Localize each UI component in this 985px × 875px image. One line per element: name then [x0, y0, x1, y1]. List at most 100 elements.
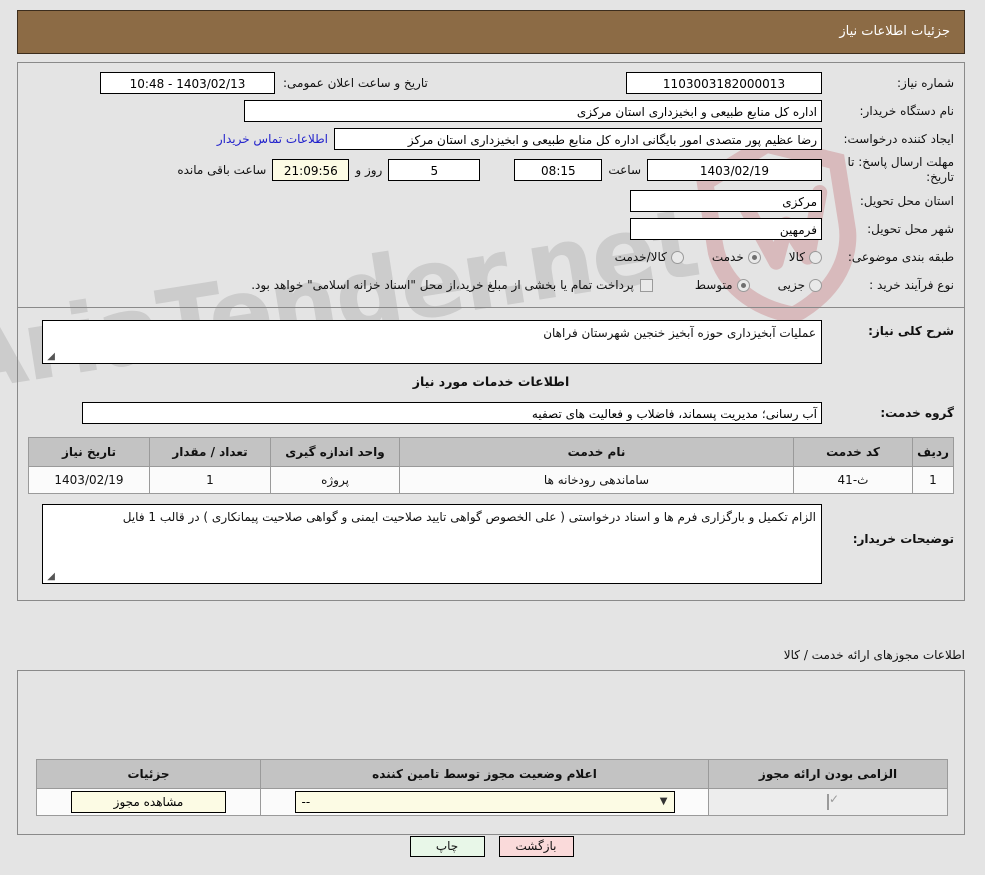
- buyer-org-label: نام دستگاه خریدار:: [860, 103, 956, 118]
- province-label: استان محل تحویل:: [860, 193, 955, 208]
- chevron-down-icon: ▼: [660, 796, 669, 807]
- days-remaining-field[interactable]: 5: [389, 159, 482, 181]
- creator-label: ایجاد کننده درخواست:: [844, 131, 955, 146]
- cell-date: 1403/02/19: [29, 466, 151, 494]
- cell-code: ث-41: [794, 466, 914, 494]
- radio-icon-service[interactable]: [748, 250, 762, 264]
- category-option-service-label: خدمت: [712, 250, 745, 264]
- cell-unit: پروژه: [271, 466, 401, 494]
- col-permit-required: الزامی بودن ارائه مجوز: [709, 759, 949, 789]
- cell-permit-required: [709, 788, 949, 816]
- permits-table-header-row: الزامی بودن ارائه مجوز اعلام وضعیت مجوز …: [37, 759, 949, 789]
- row-need-number: شماره نیاز: 1103003182000013 تاریخ و ساع…: [29, 71, 955, 95]
- buyer-notes-textarea[interactable]: الزام تکمیل و بارگزاری فرم ها و اسناد در…: [43, 504, 823, 584]
- buyer-notes-text: الزام تکمیل و بارگزاری فرم ها و اسناد در…: [123, 510, 817, 524]
- countdown-field: 21:09:56: [273, 159, 351, 181]
- row-subject-category: طبقه بندی موضوعی: کالا خدمت کالا/خدمت: [29, 245, 955, 269]
- resize-grip-icon-notes[interactable]: ◢: [46, 572, 56, 582]
- process-option-medium[interactable]: متوسط: [696, 278, 751, 292]
- permits-table-row: ▼ -- مشاهده مجوز: [37, 788, 949, 816]
- service-group-field[interactable]: آب رسانی؛ مدیریت پسماند، فاضلاب و فعالیت…: [83, 402, 823, 424]
- cell-radif: 1: [913, 466, 955, 494]
- category-option-goods-service[interactable]: کالا/خدمت: [616, 250, 685, 264]
- treasury-note: پرداخت تمام یا بخشی از مبلغ خرید،از محل …: [252, 278, 635, 292]
- category-option-goods-label: کالا: [789, 250, 806, 264]
- buyer-org-field[interactable]: اداره کل منابع طبیعی و ابخیزداری استان م…: [245, 100, 823, 122]
- category-option-service[interactable]: خدمت: [713, 250, 762, 264]
- print-button[interactable]: چاپ: [410, 836, 486, 857]
- process-option-minor[interactable]: جزیی: [779, 278, 823, 292]
- back-button[interactable]: بازگشت: [499, 836, 575, 857]
- col-name: نام خدمت: [400, 437, 795, 467]
- col-date: تاریخ نیاز: [29, 437, 151, 467]
- page-header: جزئیات اطلاعات نیاز: [18, 10, 966, 54]
- process-label: نوع فرآیند خرید :: [870, 277, 955, 292]
- row-buyer-org: نام دستگاه خریدار: اداره کل منابع طبیعی …: [29, 99, 955, 123]
- radio-icon-minor[interactable]: [810, 278, 823, 292]
- category-option-goods[interactable]: کالا: [790, 250, 823, 264]
- row-answer-deadline: مهلت ارسال پاسخ: تا تاریخ: 1403/02/19 سا…: [29, 155, 955, 185]
- services-heading: اطلاعات خدمات مورد نیاز: [413, 374, 571, 389]
- items-table: ردیف کد خدمت نام خدمت واحد اندازه گیری ت…: [29, 437, 955, 494]
- buyer-notes-label: توضیحات خریدار:: [853, 532, 955, 546]
- col-permit-details: جزئیات: [37, 759, 262, 789]
- treasury-checkbox[interactable]: [640, 278, 654, 292]
- permit-status-select[interactable]: ▼ --: [295, 791, 676, 813]
- radio-icon-goods-service[interactable]: [671, 250, 685, 264]
- remaining-hours-label: ساعت باقی مانده: [178, 163, 268, 177]
- row-buyer-notes: توضیحات خریدار: الزام تکمیل و بارگزاری ف…: [29, 504, 955, 584]
- row-service-group: گروه خدمت: آب رسانی؛ مدیریت پسماند، فاضل…: [29, 401, 955, 425]
- col-code: کد خدمت: [794, 437, 914, 467]
- services-section: شرح کلی نیاز: عملیات آبخیزداری حوزه آبخی…: [19, 308, 965, 600]
- category-label: طبقه بندی موضوعی:: [848, 249, 955, 264]
- top-form-section: شماره نیاز: 1103003182000013 تاریخ و ساع…: [19, 63, 965, 308]
- cell-permit-details: مشاهده مجوز: [37, 788, 262, 816]
- announce-datetime-field[interactable]: 1403/02/13 - 10:48: [101, 72, 276, 94]
- category-option-goods-service-label: کالا/خدمت: [615, 250, 668, 264]
- process-radio-group: جزیی متوسط: [672, 278, 823, 292]
- province-field[interactable]: مرکزی: [631, 190, 823, 212]
- details-panel: شماره نیاز: 1103003182000013 تاریخ و ساع…: [18, 62, 966, 601]
- permits-panel: الزامی بودن ارائه مجوز اعلام وضعیت مجوز …: [18, 670, 966, 835]
- radio-icon-goods[interactable]: [810, 250, 823, 264]
- col-permit-status: اعلام وضعیت مجوز توسط تامین کننده: [261, 759, 710, 789]
- radio-icon-medium[interactable]: [737, 278, 751, 292]
- permits-table: الزامی بودن ارائه مجوز اعلام وضعیت مجوز …: [37, 759, 949, 816]
- items-table-header-row: ردیف کد خدمت نام خدمت واحد اندازه گیری ت…: [29, 437, 955, 467]
- row-city: شهر محل تحویل: فرمهین: [29, 217, 955, 241]
- permits-section-label: اطلاعات مجوزهای ارائه خدمت / کالا: [784, 648, 966, 662]
- cell-quantity: 1: [150, 466, 272, 494]
- category-radio-group: کالا خدمت کالا/خدمت: [592, 250, 823, 264]
- service-group-label: گروه خدمت:: [881, 405, 955, 420]
- deadline-time-field[interactable]: 08:15: [515, 159, 604, 181]
- row-purchase-process: نوع فرآیند خرید : جزیی متوسط پرداخت تمام…: [29, 273, 955, 297]
- col-quantity: تعداد / مقدار: [150, 437, 272, 467]
- process-option-minor-label: جزیی: [778, 278, 806, 292]
- need-description-label: شرح کلی نیاز:: [869, 324, 955, 338]
- page-title: جزئیات اطلاعات نیاز: [840, 24, 951, 39]
- table-row: 1 ث-41 ساماندهی رودخانه ها پروژه 1 1403/…: [29, 466, 955, 494]
- resize-grip-icon[interactable]: ◢: [46, 352, 56, 362]
- row-province: استان محل تحویل: مرکزی: [29, 189, 955, 213]
- need-number-field[interactable]: 1103003182000013: [627, 72, 823, 94]
- buyer-contact-link[interactable]: اطلاعات تماس خریدار: [212, 132, 335, 146]
- need-description-text: عملیات آبخیزداری حوزه آبخیز خنجین شهرستا…: [544, 326, 817, 340]
- cell-permit-status: ▼ --: [261, 788, 710, 816]
- announce-datetime-label: تاریخ و ساعت اعلان عمومی:: [284, 75, 429, 90]
- hour-label: ساعت: [609, 163, 642, 177]
- row-request-creator: ایجاد کننده درخواست: رضا عظیم پور متصدی …: [29, 127, 955, 151]
- deadline-label: مهلت ارسال پاسخ: تا تاریخ:: [848, 155, 955, 184]
- days-label: روز و: [356, 163, 384, 177]
- cell-name: ساماندهی رودخانه ها: [400, 466, 795, 494]
- creator-field[interactable]: رضا عظیم پور متصدی امور بایگانی اداره کل…: [335, 128, 823, 150]
- permit-required-checkbox: [828, 794, 830, 810]
- city-field[interactable]: فرمهین: [631, 218, 823, 240]
- footer-button-bar: بازگشت چاپ: [0, 836, 985, 857]
- need-description-textarea[interactable]: عملیات آبخیزداری حوزه آبخیز خنجین شهرستا…: [43, 320, 823, 364]
- col-unit: واحد اندازه گیری: [271, 437, 401, 467]
- col-radif: ردیف: [913, 437, 955, 467]
- view-permit-button[interactable]: مشاهده مجوز: [72, 791, 227, 813]
- need-number-label: شماره نیاز:: [898, 75, 955, 90]
- deadline-date-field[interactable]: 1403/02/19: [648, 159, 823, 181]
- city-label: شهر محل تحویل:: [868, 221, 955, 236]
